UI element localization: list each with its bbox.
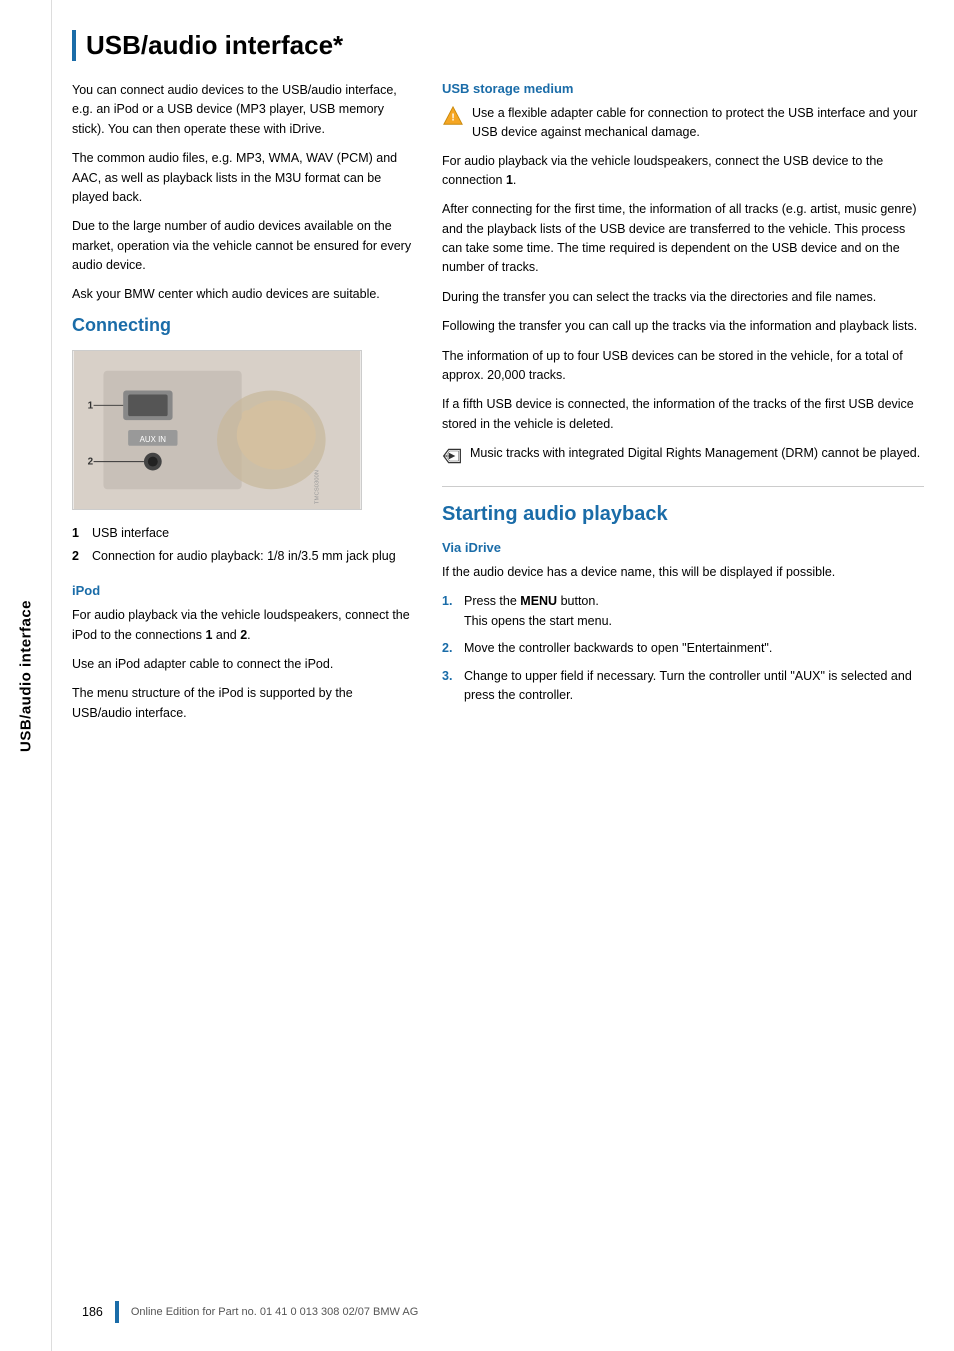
sidebar-label: USB/audio interface xyxy=(17,599,34,751)
drm-note-text: Music tracks with integrated Digital Rig… xyxy=(470,444,920,463)
connector-diagram: AUX IN 1 2 xyxy=(72,350,362,510)
warning-text: Use a flexible adapter cable for connect… xyxy=(472,104,924,142)
usb-storage-heading: USB storage medium xyxy=(442,81,924,96)
usb-para-2: After connecting for the first time, the… xyxy=(442,200,924,278)
sidebar: USB/audio interface xyxy=(0,0,52,1351)
usb-para-6: If a fifth USB device is connected, the … xyxy=(442,395,924,434)
step-3-text: Change to upper field if necessary. Turn… xyxy=(464,667,924,706)
step-3: 3. Change to upper field if necessary. T… xyxy=(442,667,924,706)
step-1-num: 1. xyxy=(442,592,458,631)
item-num-2: 2 xyxy=(72,547,86,566)
step-2-num: 2. xyxy=(442,639,458,658)
main-content: USB/audio interface* You can connect aud… xyxy=(52,0,954,1351)
step-1-text: Press the MENU button.This opens the sta… xyxy=(464,592,612,631)
connector-item-1: 1 USB interface xyxy=(72,524,412,543)
connector-item-2: 2 Connection for audio playback: 1/8 in/… xyxy=(72,547,412,566)
note-icon xyxy=(442,446,462,466)
ipod-para-2: Use an iPod adapter cable to connect the… xyxy=(72,655,412,674)
item-num-1: 1 xyxy=(72,524,86,543)
usb-para-5: The information of up to four USB device… xyxy=(442,347,924,386)
connecting-heading: Connecting xyxy=(72,315,412,336)
left-column: You can connect audio devices to the USB… xyxy=(72,81,412,1321)
svg-text:TMCS0300N: TMCS0300N xyxy=(315,470,321,504)
audio-playback-heading: Starting audio playback xyxy=(442,486,924,526)
intro-para-1: You can connect audio devices to the USB… xyxy=(72,81,412,139)
footer: 186 Online Edition for Part no. 01 41 0 … xyxy=(52,1293,954,1331)
right-column: USB storage medium ! Use a flexible adap… xyxy=(442,81,924,1321)
footer-page-num: 186 xyxy=(82,1305,103,1319)
item-text-1: USB interface xyxy=(92,524,169,543)
footer-bar xyxy=(115,1301,119,1323)
footer-text: Online Edition for Part no. 01 41 0 013 … xyxy=(131,1306,418,1318)
via-idrive-intro: If the audio device has a device name, t… xyxy=(442,563,924,582)
usb-para-4: Following the transfer you can call up t… xyxy=(442,317,924,336)
intro-para-4: Ask your BMW center which audio devices … xyxy=(72,285,412,304)
svg-text:!: ! xyxy=(451,113,454,124)
via-idrive-heading: Via iDrive xyxy=(442,540,924,555)
svg-text:1: 1 xyxy=(88,400,94,411)
page-container: USB/audio interface USB/audio interface*… xyxy=(0,0,954,1351)
svg-text:2: 2 xyxy=(88,456,94,467)
step-2: 2. Move the controller backwards to open… xyxy=(442,639,924,658)
two-col-layout: You can connect audio devices to the USB… xyxy=(72,81,924,1321)
step-3-num: 3. xyxy=(442,667,458,706)
ipod-para-3: The menu structure of the iPod is suppor… xyxy=(72,684,412,723)
usb-para-3: During the transfer you can select the t… xyxy=(442,288,924,307)
intro-para-3: Due to the large number of audio devices… xyxy=(72,217,412,275)
page-title: USB/audio interface* xyxy=(72,30,924,61)
warning-icon: ! xyxy=(442,105,464,127)
drm-note-box: Music tracks with integrated Digital Rig… xyxy=(442,444,924,466)
ipod-para-1: For audio playback via the vehicle louds… xyxy=(72,606,412,645)
warning-box: ! Use a flexible adapter cable for conne… xyxy=(442,104,924,142)
step-2-text: Move the controller backwards to open "E… xyxy=(464,639,772,658)
ipod-heading: iPod xyxy=(72,583,412,598)
step-1: 1. Press the MENU button.This opens the … xyxy=(442,592,924,631)
intro-para-2: The common audio files, e.g. MP3, WMA, W… xyxy=(72,149,412,207)
svg-text:AUX IN: AUX IN xyxy=(140,435,167,444)
usb-para-1: For audio playback via the vehicle louds… xyxy=(442,152,924,191)
item-text-2: Connection for audio playback: 1/8 in/3.… xyxy=(92,547,396,566)
